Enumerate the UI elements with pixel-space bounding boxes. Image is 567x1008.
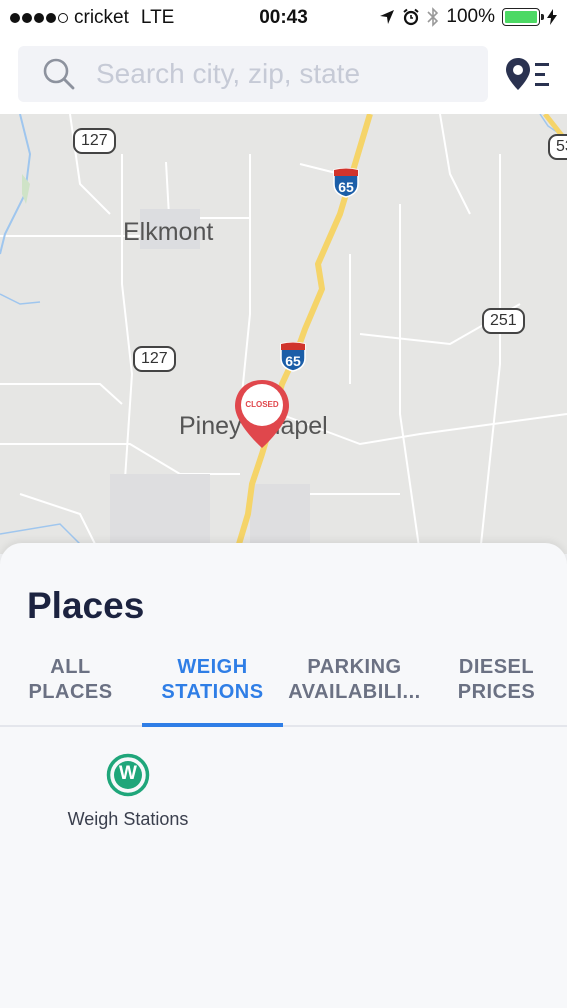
tab-diesel-prices[interactable]: DIESEL PRICES [426,647,567,727]
route-shield-251: 251 [482,308,525,334]
weigh-icon-letter: W [119,763,137,784]
tab-line: PARKING [307,656,402,678]
bluetooth-icon [427,7,439,27]
alarm-icon [403,8,420,26]
battery-icon [502,8,544,26]
category-label: Weigh Stations [67,809,189,829]
interstate-number: 65 [338,179,354,195]
tab-line: DIESEL [458,656,535,678]
search-header [0,36,567,114]
pin-status-label: CLOSED [245,400,279,409]
route-shield-127-north: 127 [73,128,116,154]
map-label-elkmont: Elkmont [123,218,214,246]
tab-line: PRICES [457,681,536,703]
location-arrow-icon [380,10,395,24]
tab-all-places[interactable]: ALL PLACES [0,647,141,727]
route-shield-53: 53 [548,134,567,160]
interstate-shield-65-north: 65 [332,167,360,198]
sheet-title: Places [27,585,145,626]
battery-percent: 100% [446,6,495,27]
map-view[interactable]: Elkmont Piney Chapel 127 127 251 53 65 6… [0,114,567,554]
route-shield-127-south: 127 [133,346,176,372]
places-sheet: Places ALL PLACES WEIGH STATIONS PARKING… [0,543,567,1008]
map-pin-list-icon [506,58,549,90]
category-weigh-stations[interactable]: W Weigh Stations [56,753,200,830]
tab-parking-availability[interactable]: PARKING AVAILABILI... [284,647,425,727]
map-roads [0,114,567,554]
interstate-number: 65 [285,353,301,369]
search-icon [43,58,75,90]
tab-weigh-stations[interactable]: WEIGH STATIONS [142,647,283,727]
active-tab-indicator [142,723,283,727]
places-list-button[interactable] [505,56,551,94]
status-bar: cricket LTE 00:43 100% [0,0,567,36]
search-input[interactable] [96,58,456,90]
tab-line: AVAILABILI... [288,681,421,703]
tab-line: PLACES [28,681,113,703]
charging-bolt-icon [547,9,557,25]
interstate-shield-65-south: 65 [279,341,307,372]
tab-line: WEIGH [177,656,248,678]
category-tabs: ALL PLACES WEIGH STATIONS PARKING AVAILA… [0,647,567,727]
tab-line: ALL [50,656,91,678]
weigh-station-pin[interactable]: CLOSED [233,378,291,450]
search-box[interactable] [18,46,488,102]
tab-line: STATIONS [161,681,264,703]
